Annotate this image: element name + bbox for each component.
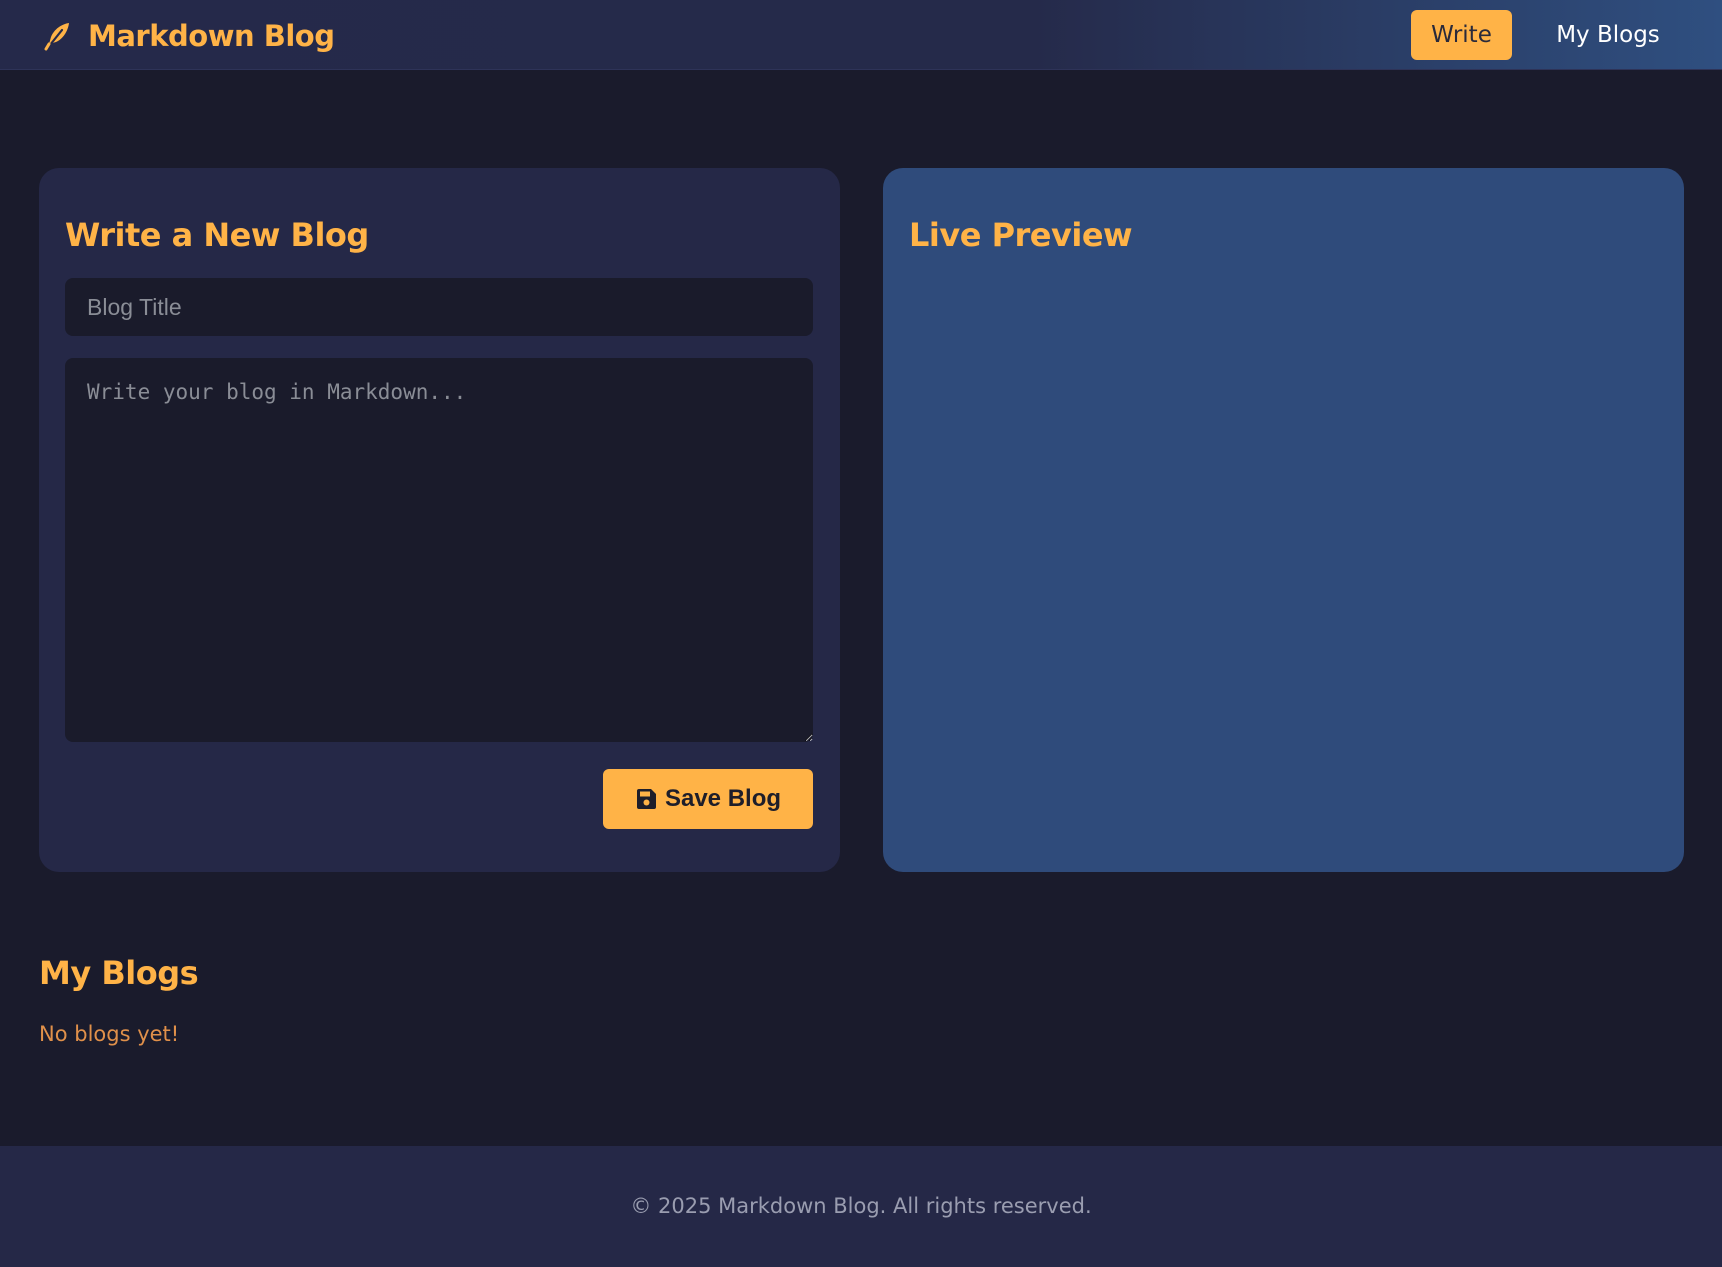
save-blog-label: Save Blog [664,785,782,812]
preview-heading: Live Preview [909,216,1133,254]
blog-title-input[interactable] [65,278,813,336]
no-blogs-message: No blogs yet! [39,1022,180,1046]
top-navbar: Markdown Blog Write My Blogs [0,0,1722,70]
live-preview-card: Live Preview [883,168,1684,872]
nav-write-button[interactable]: Write [1411,10,1512,60]
save-blog-button[interactable]: Save Blog [603,769,813,829]
editor-heading: Write a New Blog [65,216,369,254]
feather-pen-icon [44,23,69,51]
brand-name: Markdown Blog [88,19,335,53]
editor-card: Write a New Blog Save Blog [39,168,840,872]
blog-body-textarea[interactable] [65,358,813,742]
nav-my-blogs-link[interactable]: My Blogs [1548,10,1668,60]
brand-logo[interactable]: Markdown Blog [42,18,335,54]
footer: © 2025 Markdown Blog. All rights reserve… [0,1146,1722,1267]
footer-copyright: © 2025 Markdown Blog. All rights reserve… [630,1194,1092,1218]
my-blogs-heading: My Blogs [39,954,199,992]
floppy-disk-icon [636,789,656,809]
